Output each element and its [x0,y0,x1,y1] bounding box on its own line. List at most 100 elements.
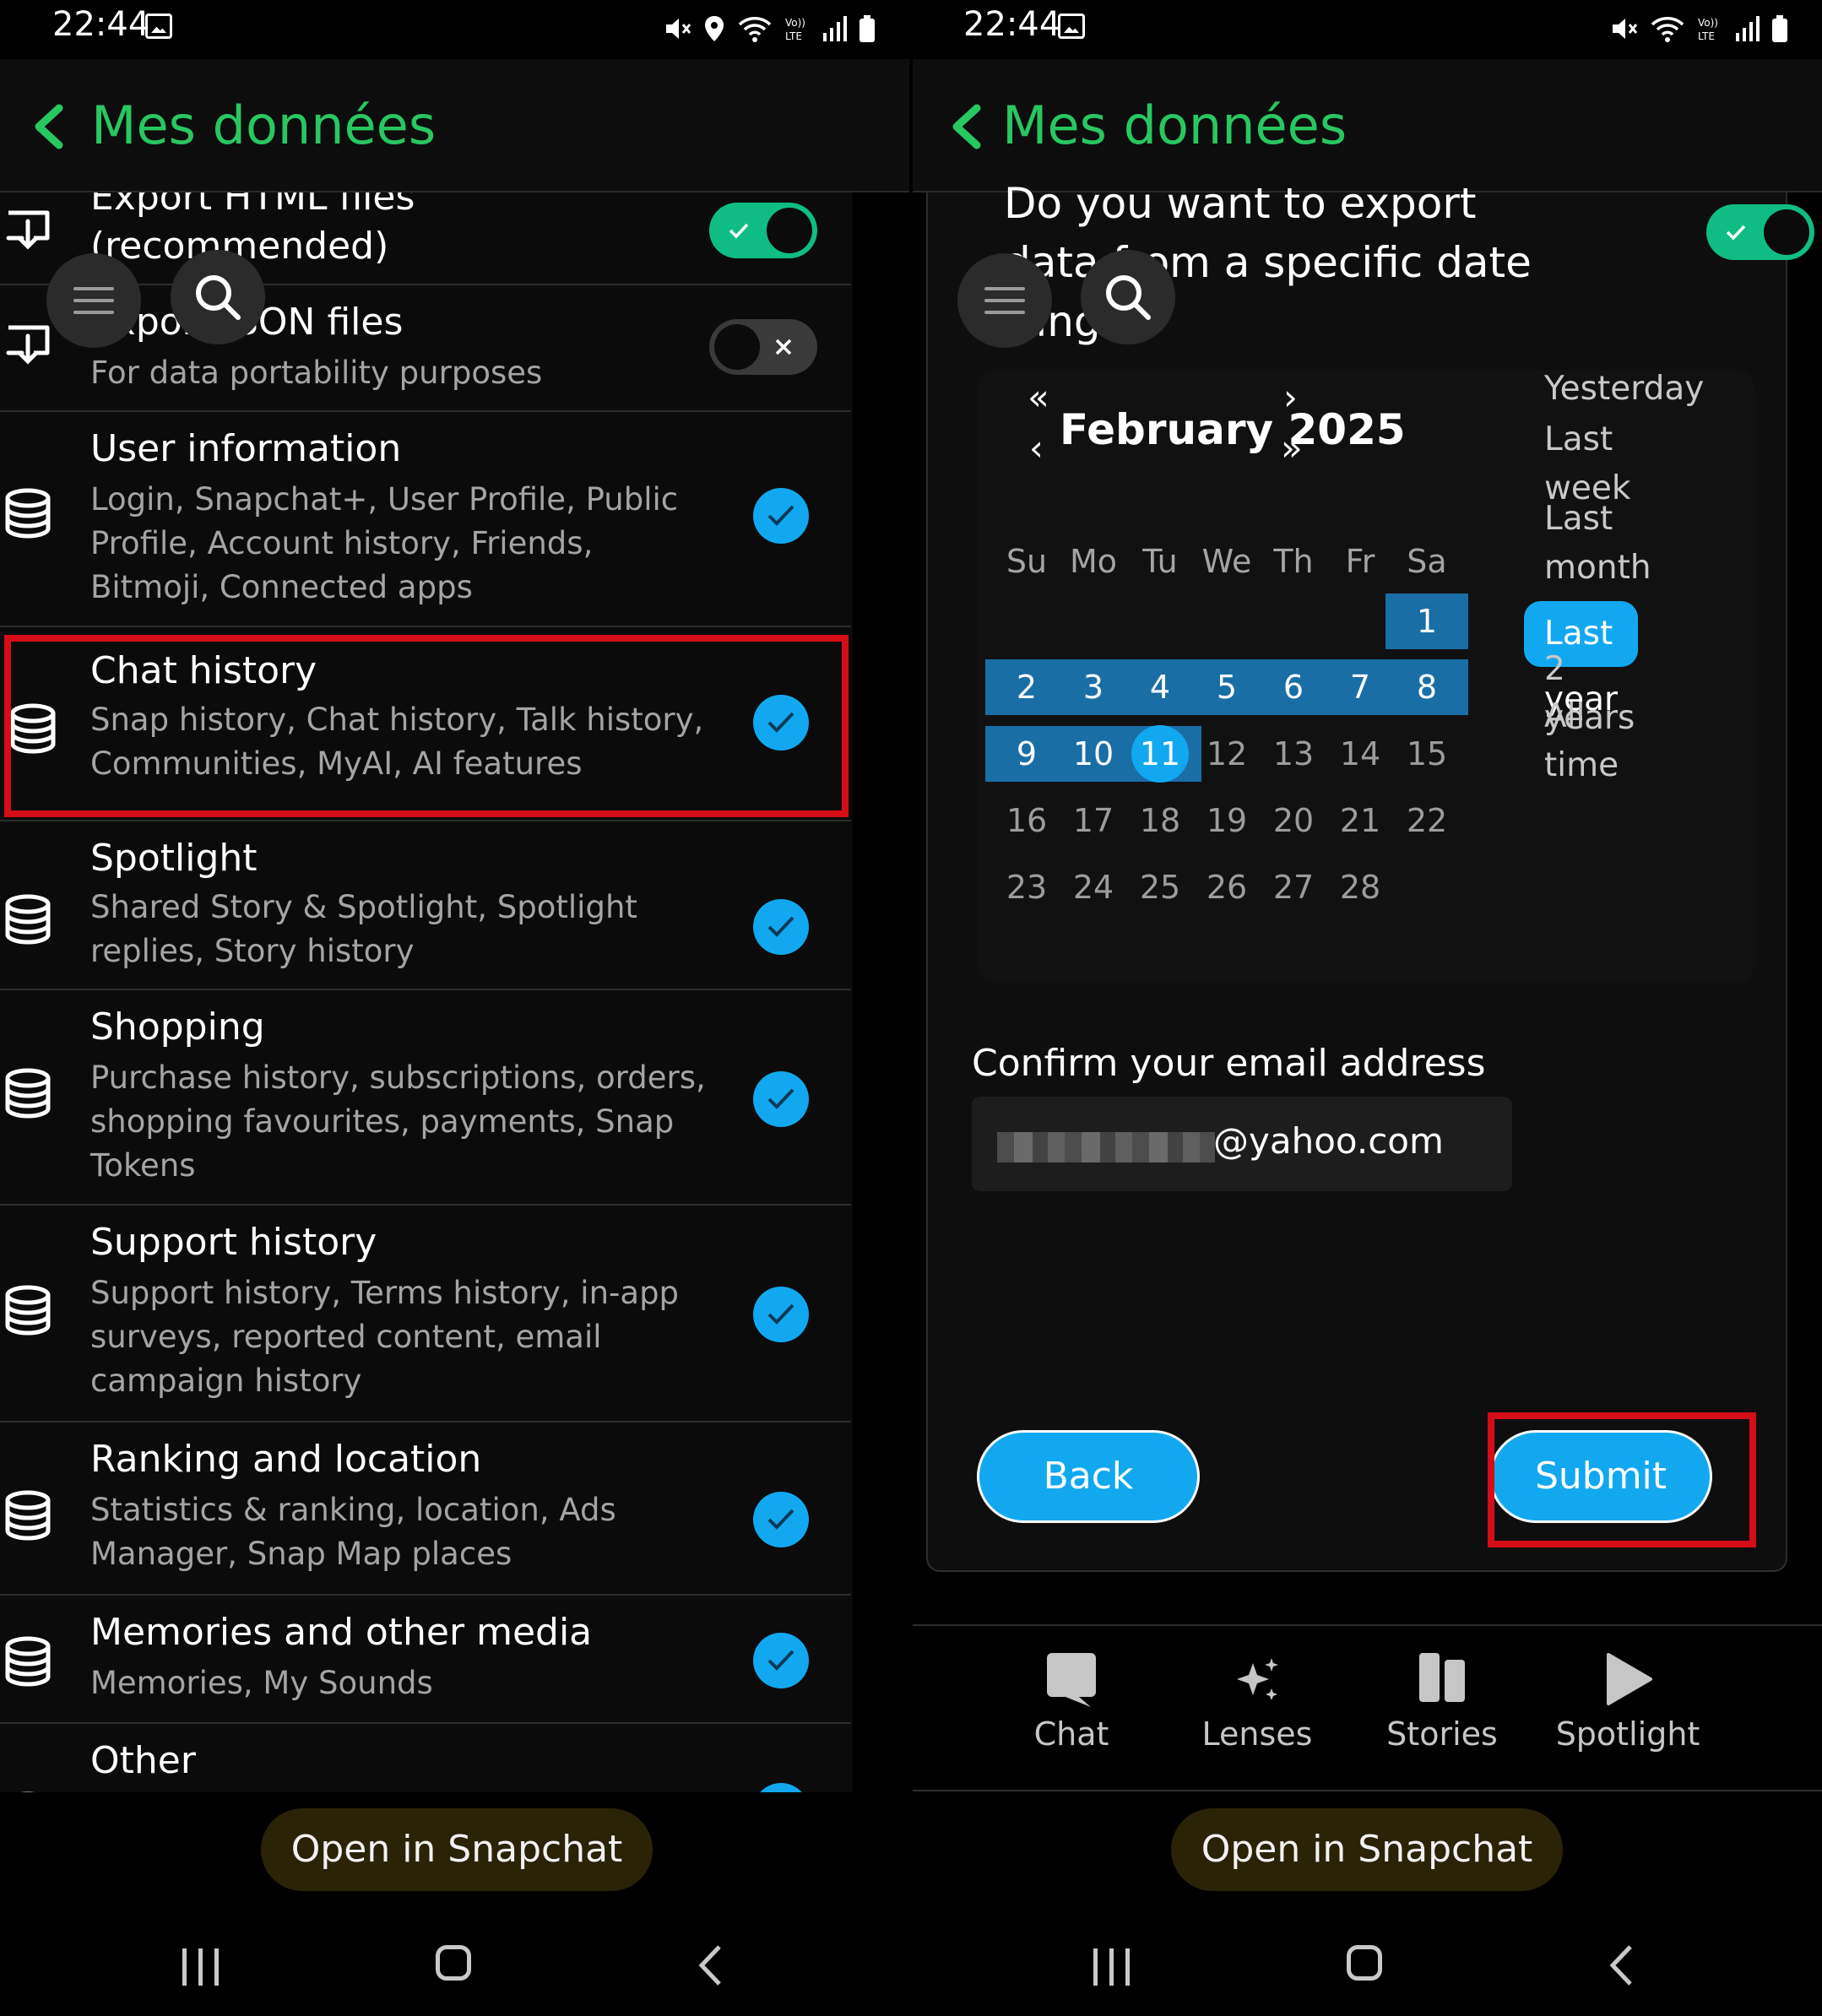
calendar-day[interactable]: 17 [1060,794,1126,848]
status-icons: Vo)) LTE [1609,12,1788,46]
volte-icon: Vo))LTE [785,17,805,42]
calendar-day[interactable]: 16 [994,794,1060,848]
tab-label: Chat [1033,1715,1109,1753]
calendar-day[interactable]: 2 [994,660,1060,714]
calendar-day[interactable]: 4 [1127,660,1193,714]
calendar-day[interactable]: 23 [994,860,1060,914]
calendar-day[interactable]: 19 [1194,794,1260,848]
page-title: Mes données [1002,95,1348,156]
checkbox-checked[interactable] [753,488,809,544]
preset-all-time[interactable]: All time [1544,692,1619,790]
calendar-day[interactable]: 9 [994,727,1060,781]
row-subtitle: Purchase history, subscriptions, orders,… [90,1059,706,1184]
calendar-day[interactable]: 21 [1327,794,1393,848]
export-json-toggle[interactable] [709,319,817,375]
app-header: Mes données [913,59,1822,192]
calendar-day[interactable]: 24 [1060,860,1126,914]
preset-yesterday[interactable]: Yesterday [1544,365,1704,414]
export-html-toggle[interactable] [709,203,817,258]
menu-button[interactable] [957,253,1052,348]
calendar-day[interactable]: 27 [1261,860,1326,914]
calendar-day[interactable]: 11 [1127,727,1193,781]
calendar-day[interactable]: 10 [1060,727,1126,781]
system-back-icon[interactable] [1608,1943,1634,1987]
export-options-list: Export HTML files (recommended) Export J… [0,192,853,1792]
recent-apps-icon[interactable] [182,1948,221,1986]
signal-icon [1736,16,1760,41]
signal-icon [823,16,847,41]
calendar-day[interactable]: 26 [1194,860,1260,914]
app-header: Mes données [0,59,909,192]
home-icon[interactable] [1347,1945,1382,1981]
open-in-snapchat-button[interactable]: Open in Snapchat [1171,1808,1563,1891]
weekday-header: Su [1006,543,1048,580]
annotation-highlight-submit [1488,1412,1756,1547]
row-title: Ranking and location [90,1438,482,1481]
sparkles-icon [1237,1658,1278,1700]
calendar-day[interactable]: 7 [1327,660,1393,714]
svg-text:Vo)): Vo)) [1698,17,1718,29]
list-item-memories[interactable]: Memories and other media Memories, My So… [0,1596,851,1724]
open-in-snapchat-button[interactable]: Open in Snapchat [261,1808,653,1891]
list-item-user-information[interactable]: User information Login, Snapchat+, User … [0,412,851,627]
calendar-day[interactable]: 1 [1394,594,1460,648]
home-icon[interactable] [436,1945,471,1981]
email-label: Confirm your email address [972,1042,1486,1085]
row-title: Other [90,1739,196,1782]
phone-screen-left: 22:44 Vo)) LTE Mes données Export HTML fi… [0,0,909,2016]
tab-lenses[interactable]: Lenses [1173,1651,1342,1753]
preset-last-month[interactable]: Last month [1544,495,1651,593]
list-item-other[interactable]: Other [0,1724,851,1792]
tab-label: Stories [1386,1715,1498,1753]
calendar-day[interactable]: 18 [1127,794,1193,848]
recent-apps-icon[interactable] [1093,1948,1132,1986]
back-button[interactable]: Back [977,1430,1200,1523]
list-item-spotlight[interactable]: Spotlight Shared Story & Spotlight, Spot… [0,821,851,990]
check-icon [729,223,749,239]
row-subtitle: Login, Snapchat+, User Profile, Public P… [90,481,679,605]
checkbox-checked[interactable] [753,1783,809,1792]
database-icon [5,1285,51,1336]
list-item-ranking-location[interactable]: Ranking and location Statistics & rankin… [0,1423,851,1596]
system-back-icon[interactable] [697,1943,723,1987]
calendar-day[interactable]: 6 [1261,660,1326,714]
back-chevron-icon[interactable] [29,103,69,150]
calendar-day[interactable]: 28 [1327,860,1393,914]
mute-icon [1613,19,1638,39]
row-subtitle: Statistics & ranking, location, Ads Mana… [90,1492,616,1572]
calendar-day[interactable]: 12 [1194,727,1260,781]
calendar-day[interactable]: 25 [1127,860,1193,914]
check-icon [767,1088,794,1109]
calendar-day[interactable]: 5 [1194,660,1260,714]
back-chevron-icon[interactable] [946,103,987,150]
list-item-shopping[interactable]: Shopping Purchase history, subscriptions… [0,990,851,1206]
checkbox-checked[interactable] [753,1071,809,1127]
row-title: Spotlight [90,837,258,880]
checkbox-checked[interactable] [753,899,809,955]
battery-icon [859,15,875,42]
tab-spotlight[interactable]: Spotlight [1543,1651,1712,1753]
calendar-day[interactable]: 15 [1394,727,1460,781]
database-icon [5,1068,51,1119]
search-button[interactable] [171,250,265,344]
weekday-header: We [1201,543,1252,580]
list-item-support-history[interactable]: Support history Support history, Terms h… [0,1206,851,1423]
calendar-day[interactable]: 14 [1327,727,1393,781]
tab-chat[interactable]: Chat [987,1651,1156,1753]
calendar-day[interactable]: 8 [1394,660,1460,714]
menu-button[interactable] [46,253,141,348]
date-range-toggle[interactable] [1706,204,1814,260]
search-button[interactable] [1081,250,1175,344]
tab-stories[interactable]: Stories [1358,1651,1526,1753]
calendar-day[interactable]: 20 [1261,794,1326,848]
checkbox-checked[interactable] [753,1287,809,1342]
svg-text:LTE: LTE [1698,30,1715,42]
email-field[interactable]: @yahoo.com [972,1097,1512,1191]
status-bar: 22:44 Vo)) LTE [0,0,909,59]
calendar-day[interactable]: 13 [1261,727,1326,781]
calendar-day[interactable]: 3 [1060,660,1126,714]
checkbox-checked[interactable] [753,1633,809,1688]
chat-bubble-icon [1047,1653,1096,1707]
checkbox-checked[interactable] [753,1492,809,1547]
calendar-day[interactable]: 22 [1394,794,1460,848]
